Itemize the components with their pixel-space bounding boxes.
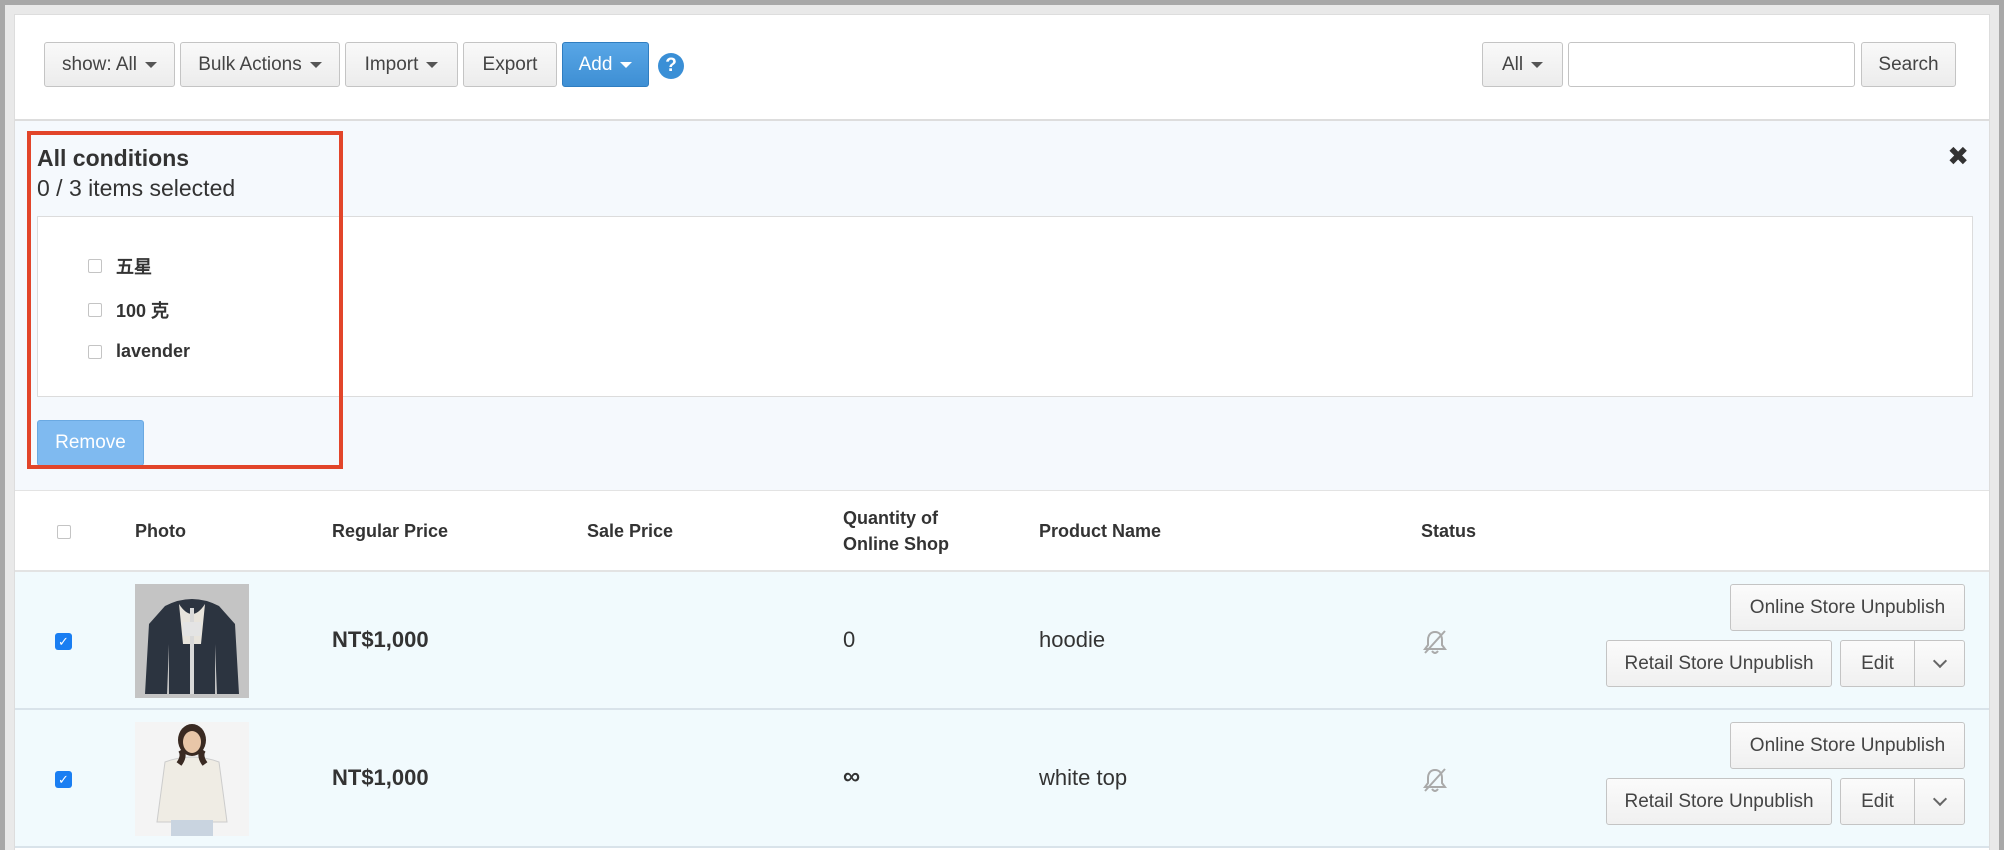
close-icon[interactable]: ✖ (1947, 141, 1969, 172)
help-glyph: ? (665, 55, 677, 76)
show-filter-dropdown[interactable]: show: All (44, 42, 175, 87)
add-label: Add (578, 53, 613, 75)
select-all-checkbox[interactable] (57, 525, 71, 539)
export-button[interactable]: Export (463, 42, 557, 87)
products-card: show: All Bulk Actions Import Export Add… (14, 14, 1990, 850)
caret-down-icon (309, 61, 322, 68)
edit-button[interactable]: Edit (1840, 778, 1915, 825)
filter-option-five-star[interactable]: 五星 (88, 253, 152, 279)
header-product-name: Product Name (1039, 521, 1162, 541)
filter-option-checkbox[interactable] (88, 259, 102, 273)
chevron-down-icon (1932, 653, 1947, 669)
table-row[interactable]: ✓ NT$1,000 ∞ white top Online Store Unpu… (15, 710, 1989, 848)
filter-title: All conditions (37, 145, 190, 171)
online-store-unpublish-button[interactable]: Online Store Unpublish (1730, 584, 1965, 631)
bulk-actions-dropdown[interactable]: Bulk Actions (180, 42, 340, 87)
regular-price: NT$1,000 (332, 765, 429, 790)
filter-panel: All conditions 0 / 3 items selected ✖ 五星… (15, 121, 1989, 490)
help-icon[interactable]: ? (658, 53, 684, 79)
product-name: hoodie (1039, 627, 1106, 652)
header-status: Status (1421, 521, 1477, 541)
row-checkbox[interactable]: ✓ (55, 633, 72, 650)
page-background: show: All Bulk Actions Import Export Add… (5, 5, 1999, 850)
retail-store-unpublish-button[interactable]: Retail Store Unpublish (1606, 640, 1832, 687)
import-label: Import (364, 53, 419, 75)
row-checkbox[interactable]: ✓ (55, 771, 72, 788)
white-top-photo (135, 722, 249, 836)
header-photo: Photo (135, 521, 186, 541)
product-photo[interactable] (135, 722, 249, 836)
chevron-down-icon (1932, 791, 1947, 807)
filter-option-100g[interactable]: 100 克 (88, 297, 169, 323)
bell-slash-icon (1423, 630, 1447, 654)
caret-down-icon (144, 61, 157, 68)
filter-option-checkbox[interactable] (88, 303, 102, 317)
caret-down-icon (620, 61, 633, 68)
header-quantity-line1: Quantity of (843, 508, 938, 528)
header-sale-price: Sale Price (587, 521, 674, 541)
header-quantity: Quantity of Online Shop (843, 505, 949, 557)
table-header: Photo Regular Price Sale Price Quantity … (15, 490, 1989, 572)
table-row[interactable]: ✓ NT$1,000 0 hoodie Online Store Unpubli… (15, 572, 1989, 710)
edit-options-dropdown[interactable] (1914, 640, 1965, 687)
quantity: 0 (843, 627, 856, 652)
edit-options-dropdown[interactable] (1914, 778, 1965, 825)
filter-selection-count: 0 / 3 items selected (37, 175, 236, 201)
retail-store-unpublish-button[interactable]: Retail Store Unpublish (1606, 778, 1832, 825)
caret-down-icon (1531, 61, 1544, 68)
product-name: white top (1039, 765, 1128, 790)
filter-option-label: 100 克 (116, 301, 170, 321)
quantity: ∞ (843, 763, 861, 790)
regular-price: NT$1,000 (332, 627, 429, 652)
export-label: Export (482, 53, 538, 75)
filter-option-lavender[interactable]: lavender (88, 341, 190, 362)
bell-slash-icon (1423, 768, 1447, 792)
caret-down-icon (426, 61, 439, 68)
edit-button[interactable]: Edit (1840, 640, 1915, 687)
import-dropdown[interactable]: Import (345, 42, 458, 87)
search-scope-label: All (1501, 53, 1524, 75)
bulk-actions-label: Bulk Actions (198, 53, 302, 75)
search-scope-dropdown[interactable]: All (1482, 42, 1563, 87)
online-store-unpublish-button[interactable]: Online Store Unpublish (1730, 722, 1965, 769)
product-photo[interactable] (135, 584, 249, 698)
add-dropdown[interactable]: Add (562, 42, 649, 87)
filter-option-checkbox[interactable] (88, 344, 102, 359)
header-quantity-line2: Online Shop (843, 534, 949, 554)
search-label: Search (1878, 53, 1939, 75)
remove-button[interactable]: Remove (37, 420, 144, 466)
show-filter-label: show: All (62, 53, 137, 75)
filter-options-list: 五星 100 克 lavender (37, 216, 1973, 397)
search-button[interactable]: Search (1861, 42, 1956, 87)
hoodie-photo (135, 584, 249, 698)
header-regular-price: Regular Price (332, 521, 449, 541)
search-input[interactable] (1568, 42, 1855, 87)
filter-option-label: 五星 (116, 257, 152, 277)
filter-option-label: lavender (116, 341, 191, 361)
